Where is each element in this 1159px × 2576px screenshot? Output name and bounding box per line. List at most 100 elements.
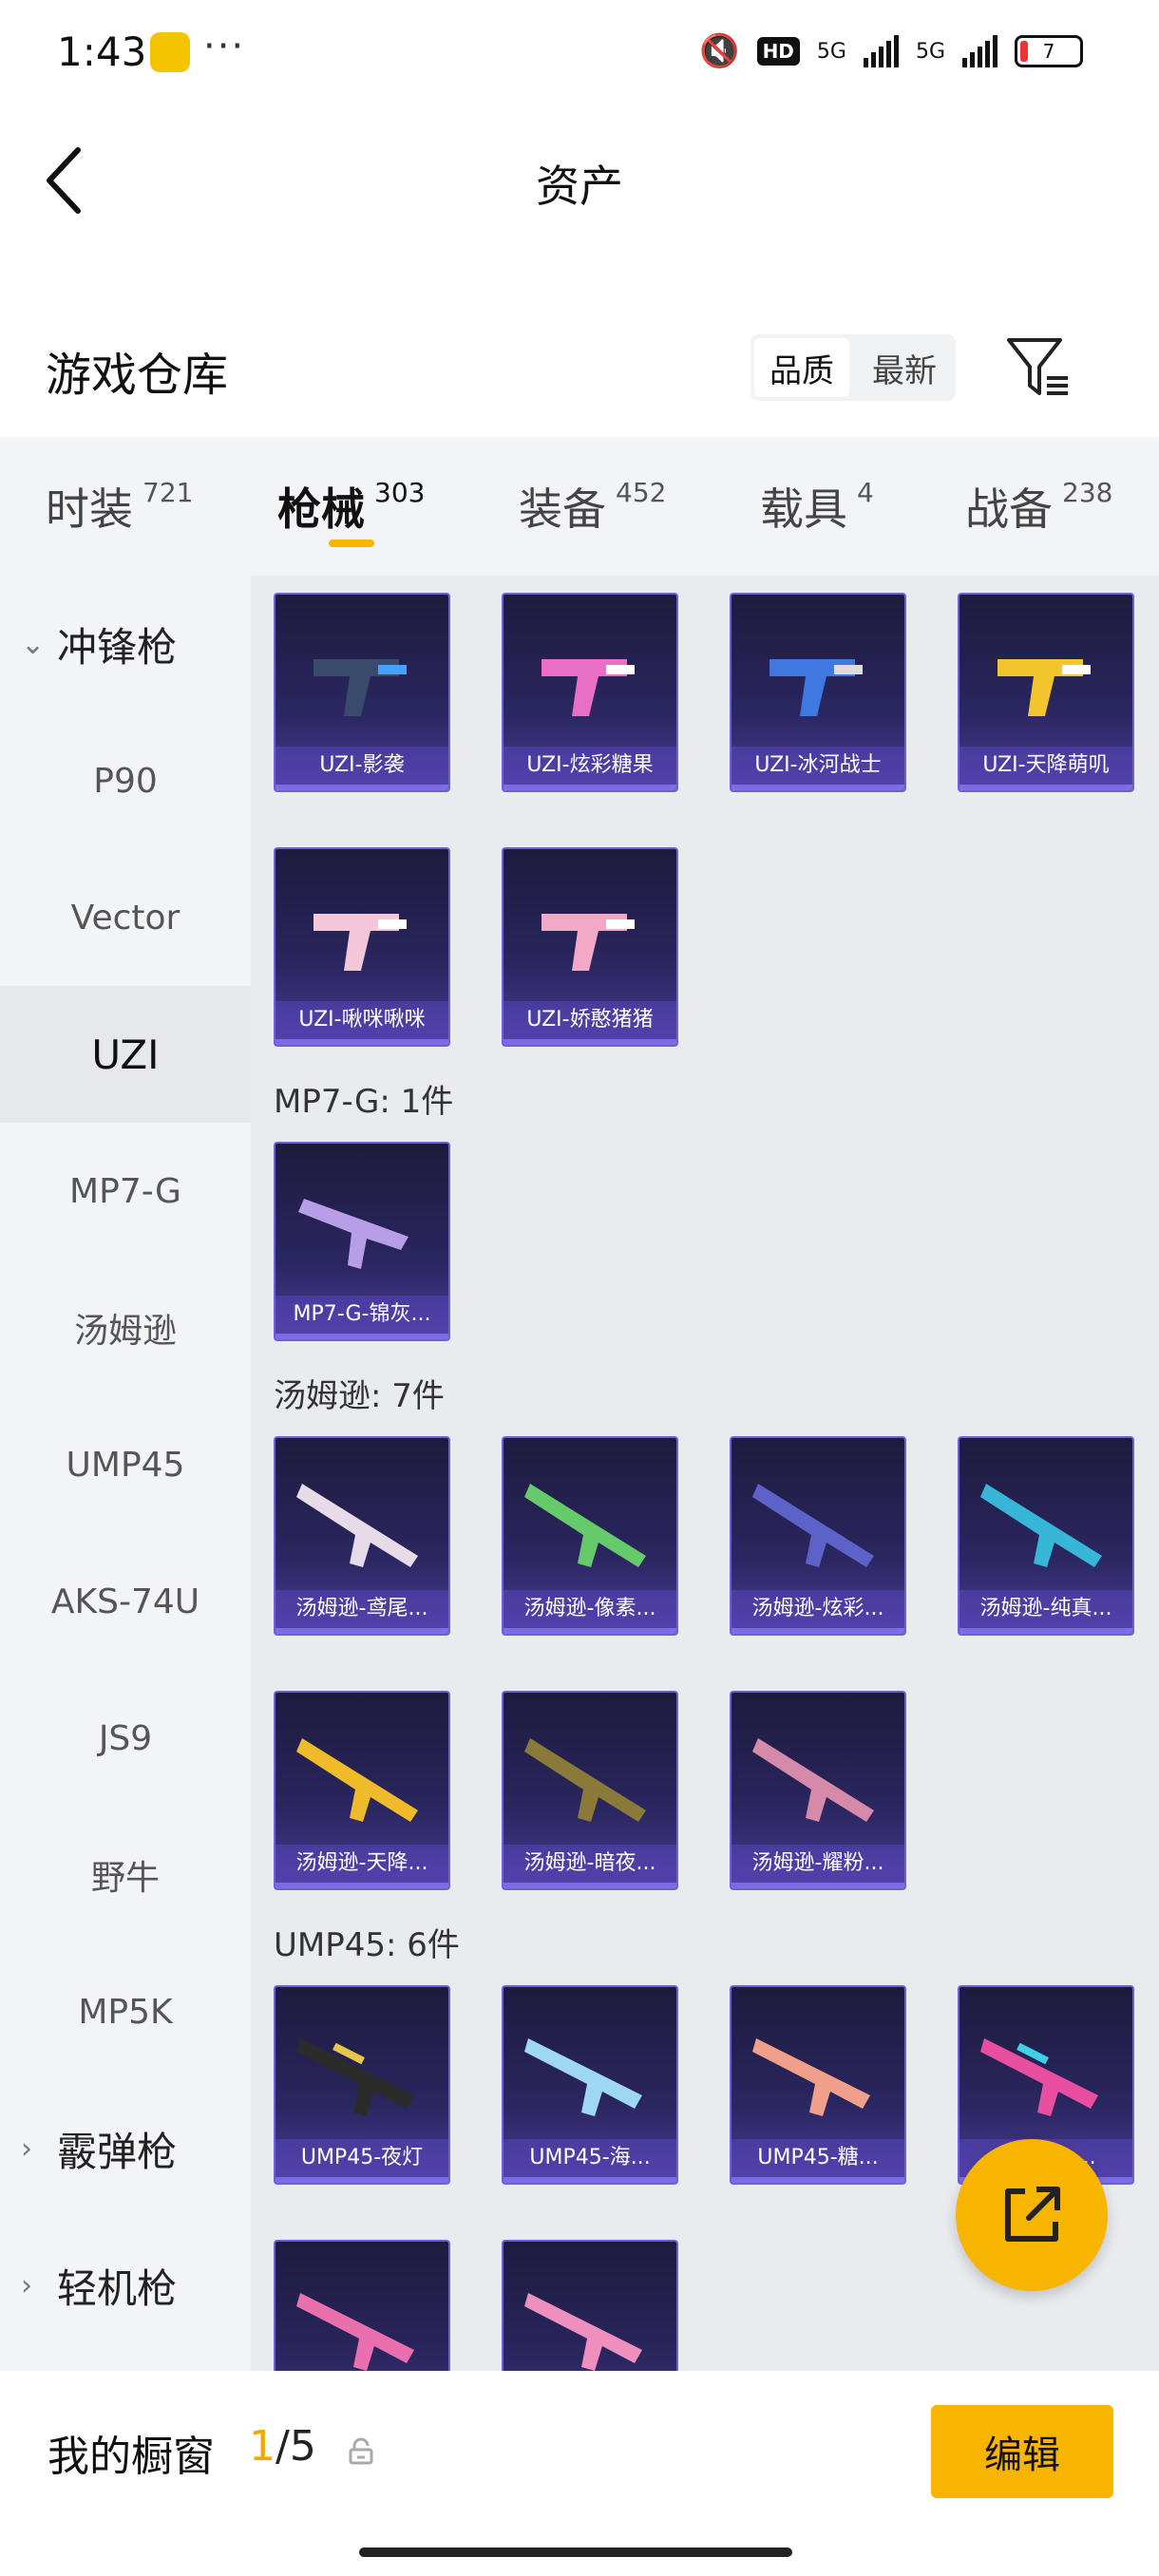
item-card[interactable]: UZI-啾咪啾咪: [274, 847, 450, 1047]
battery-level: 7: [1042, 40, 1055, 63]
uzi-skin-image: [314, 659, 407, 716]
sidebar-item-mp7g[interactable]: MP7-G: [0, 1123, 251, 1260]
tab-label: 装备: [519, 483, 606, 535]
tab-label: 枪械: [277, 483, 365, 535]
sidebar-group-shotgun[interactable]: › 霰弹枪: [0, 2080, 251, 2217]
tab-label: 载具: [760, 483, 847, 535]
warehouse-title: 游戏仓库: [46, 349, 229, 402]
sidebar-group-label: 冲锋枪: [57, 623, 178, 671]
ump45-skin-image: [524, 2293, 642, 2371]
item-card[interactable]: UZI-天降萌叽: [958, 593, 1134, 792]
section-heading-thompson: 汤姆逊: 7件: [274, 1377, 445, 1415]
tab-count: 238: [1062, 477, 1113, 508]
hd-icon: HD: [756, 37, 800, 66]
share-button[interactable]: [956, 2139, 1108, 2291]
edit-button[interactable]: 编辑: [931, 2405, 1113, 2498]
item-name: 汤姆逊-纯真...: [960, 1590, 1132, 1628]
item-card[interactable]: 汤姆逊-像素...: [502, 1436, 678, 1636]
item-card[interactable]: UMP45-海...: [502, 1985, 678, 2185]
showcase-count: 1/5: [249, 2422, 316, 2471]
vibrate-mute-icon: 🔇: [699, 32, 740, 70]
item-card[interactable]: 汤姆逊-纯真...: [958, 1436, 1134, 1636]
sort-quality-button[interactable]: 品质: [754, 338, 849, 397]
item-card[interactable]: MP7-G-锦灰...: [274, 1142, 450, 1341]
sidebar-group-label: 轻机枪: [57, 2264, 178, 2312]
sidebar-item-mp5k[interactable]: MP5K: [0, 1943, 251, 2080]
item-name: 汤姆逊-暗夜...: [504, 1845, 676, 1883]
sort-newest-button[interactable]: 最新: [857, 338, 952, 397]
item-name: UZI-天降萌叽: [960, 747, 1132, 785]
item-name: UZI-炫彩糖果: [504, 747, 676, 785]
item-card[interactable]: UZI-娇憨猪猪: [502, 847, 678, 1047]
more-notifications-icon: ···: [203, 25, 246, 68]
sidebar-item-ump45[interactable]: UMP45: [0, 1396, 251, 1533]
thompson-skin-image: [752, 1484, 874, 1567]
sidebar-item-aks74u[interactable]: AKS-74U: [0, 1533, 251, 1670]
sidebar-group-smg[interactable]: ⌄ 冲锋枪: [0, 576, 251, 712]
thompson-skin-image: [296, 1484, 418, 1567]
item-name: UMP45-海...: [504, 2139, 676, 2177]
active-tab-indicator: [329, 540, 374, 547]
sidebar-item-p90[interactable]: P90: [0, 712, 251, 849]
signal-icon-2: [962, 35, 998, 67]
item-card[interactable]: UMP45-糖...: [730, 1985, 906, 2185]
item-card[interactable]: 汤姆逊-天降...: [274, 1691, 450, 1890]
tab-label: 战备: [965, 483, 1053, 535]
tab-supplies[interactable]: 战备 238: [965, 475, 1112, 538]
showcase-label: 我的橱窗: [48, 2433, 215, 2481]
item-card[interactable]: 汤姆逊-炫彩...: [730, 1436, 906, 1636]
tab-count: 4: [857, 477, 874, 508]
tab-count: 452: [616, 477, 667, 508]
uzi-skin-image: [542, 914, 635, 971]
showcase-total: /5: [276, 2422, 316, 2471]
sidebar-item-uzi[interactable]: UZI: [0, 986, 251, 1123]
filter-icon[interactable]: [1005, 334, 1072, 401]
tab-count: 303: [374, 477, 426, 508]
item-name: UZI-冰河战士: [732, 747, 904, 785]
item-name: MP7-G-锦灰...: [276, 1296, 448, 1334]
item-name: 汤姆逊-耀粉...: [732, 1845, 904, 1883]
item-card[interactable]: UZI-冰河战士: [730, 593, 906, 792]
status-bar: 1:43 ··· 🔇 HD 5G 5G 7: [0, 0, 1159, 104]
chevron-right-icon: ›: [21, 2131, 32, 2166]
item-card[interactable]: 汤姆逊-耀粉...: [730, 1691, 906, 1890]
share-icon: [1005, 2187, 1060, 2242]
sidebar-item-thompson[interactable]: 汤姆逊: [0, 1260, 251, 1396]
sidebar-group-lmg[interactable]: › 轻机枪: [0, 2217, 251, 2354]
item-name: UZI-娇憨猪猪: [504, 1001, 676, 1039]
item-card[interactable]: UZI-影袭: [274, 593, 450, 792]
uzi-skin-image: [770, 659, 863, 716]
sidebar-group-label: 霰弹枪: [57, 2128, 178, 2175]
thompson-skin-image: [524, 1484, 646, 1567]
sidebar-item-vector[interactable]: Vector: [0, 849, 251, 986]
page-title: 资产: [536, 161, 623, 212]
page-header: 资产: [0, 104, 1159, 247]
item-name: 汤姆逊-炫彩...: [732, 1590, 904, 1628]
uzi-skin-image: [314, 914, 407, 971]
item-name: UZI-啾咪啾咪: [276, 1001, 448, 1039]
mp7-skin-image: [298, 1199, 408, 1269]
item-card[interactable]: [274, 2240, 450, 2371]
item-card[interactable]: 汤姆逊-鸢尾...: [274, 1436, 450, 1636]
uzi-skin-image: [542, 659, 635, 716]
lock-icon: [349, 2437, 373, 2465]
item-card[interactable]: 汤姆逊-暗夜...: [502, 1691, 678, 1890]
section-heading-mp7g: MP7-G: 1件: [274, 1083, 454, 1121]
sidebar-item-js9[interactable]: JS9: [0, 1670, 251, 1807]
item-card[interactable]: UZI-炫彩糖果: [502, 593, 678, 792]
chevron-down-icon: ⌄: [21, 627, 46, 661]
uzi-skin-image: [998, 659, 1091, 716]
home-indicator[interactable]: [359, 2548, 792, 2557]
tab-equipment[interactable]: 装备 452: [519, 475, 666, 538]
section-heading-ump45: UMP45: 6件: [274, 1926, 460, 1964]
item-name: 汤姆逊-像素...: [504, 1590, 676, 1628]
tab-fashion[interactable]: 时装 721: [46, 475, 193, 538]
tab-firearms[interactable]: 枪械 303: [277, 475, 425, 538]
sidebar-item-bizon[interactable]: 野牛: [0, 1807, 251, 1943]
item-card[interactable]: [502, 2240, 678, 2371]
item-name: UZI-影袭: [276, 747, 448, 785]
tab-vehicles[interactable]: 载具 4: [760, 475, 874, 538]
thompson-skin-image: [296, 1738, 418, 1822]
item-card[interactable]: UMP45-夜灯: [274, 1985, 450, 2185]
battery-icon: 7: [1015, 35, 1083, 67]
